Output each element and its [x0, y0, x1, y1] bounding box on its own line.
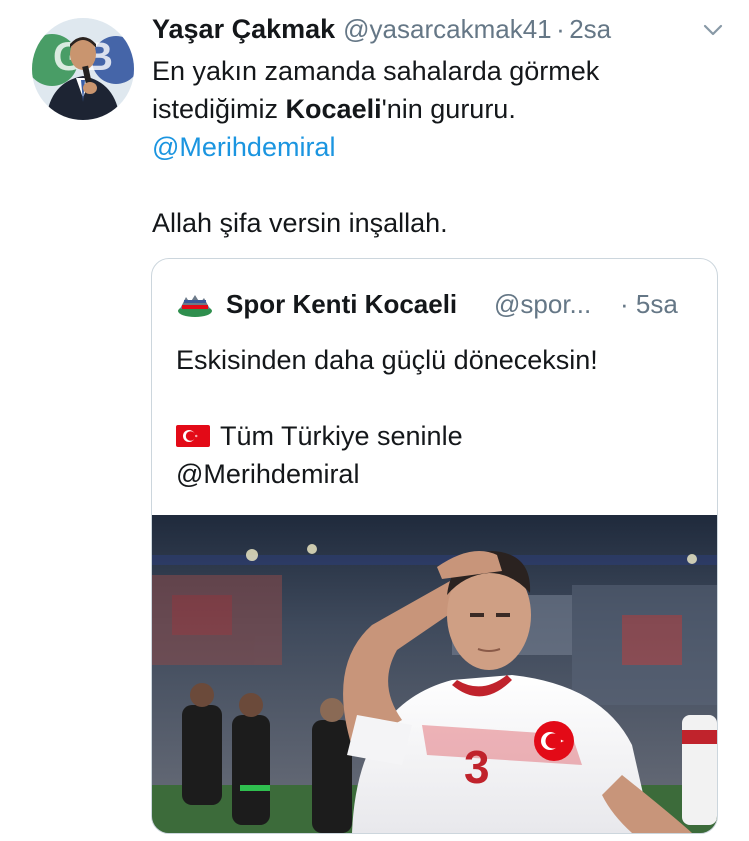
author-avatar[interactable]: GB	[32, 18, 134, 120]
quoted-text-line: Eskisinden daha güçlü döneceksin!	[176, 345, 598, 375]
separator-dot: ·	[556, 14, 565, 44]
spor-kenti-logo-icon	[176, 291, 214, 319]
quoted-tweet[interactable]: Spor Kenti Kocaeli @spor... · 5sa Eskisi…	[151, 258, 718, 834]
avatar-image: GB	[32, 18, 134, 120]
tweet-text-line: Allah şifa versin inşallah.	[152, 208, 448, 238]
tweet-text-part: istediğimiz	[152, 94, 286, 124]
turkey-flag-icon	[176, 419, 210, 447]
quoted-tweet-text: Eskisinden daha güçlü döneceksin! Tüm Tü…	[176, 341, 696, 493]
quoted-mention[interactable]: @Merihdemiral	[176, 455, 696, 493]
mention-link[interactable]: @Merihdemiral	[152, 128, 712, 166]
chevron-down-icon[interactable]	[701, 18, 725, 42]
author-name[interactable]: Yaşar Çakmak	[152, 14, 335, 44]
tweet-text-part: 'nin gururu.	[381, 94, 516, 124]
quoted-tweet-photo[interactable]: 3	[152, 515, 717, 833]
tweet-text: En yakın zamanda sahalarda görmek istedi…	[152, 52, 712, 242]
quoted-text-part: Tüm Türkiye seninle	[220, 421, 463, 451]
tweet-header: Yaşar Çakmak @yasarcakmak41 · 2sa	[152, 14, 731, 48]
quoted-text-line: Tüm Türkiye seninle	[176, 417, 696, 455]
tweet-time[interactable]: 2sa	[569, 14, 611, 44]
tweet-text-line: istediğimiz Kocaeli'nin gururu.	[152, 90, 712, 128]
quoted-tweet-header: Spor Kenti Kocaeli @spor... · 5sa	[176, 289, 696, 323]
author-handle[interactable]: @yasarcakmak41	[343, 14, 551, 44]
quoted-author-name[interactable]: Spor Kenti Kocaeli	[226, 289, 457, 320]
jersey-number: 3	[464, 741, 490, 793]
tweet-text-line: En yakın zamanda sahalarda görmek	[152, 56, 600, 86]
tweet-text-bold: Kocaeli	[285, 94, 382, 124]
quoted-tweet-time[interactable]: · 5sa	[620, 289, 678, 320]
quoted-author-handle[interactable]: @spor...	[494, 289, 591, 320]
